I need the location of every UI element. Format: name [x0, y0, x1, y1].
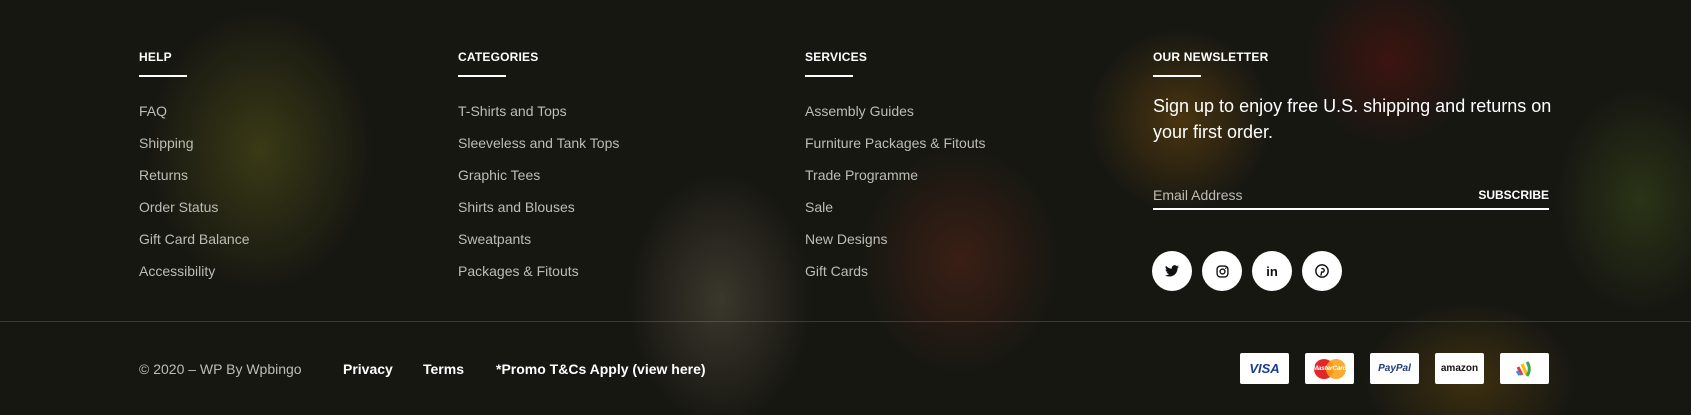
pinterest-icon[interactable] [1302, 251, 1342, 291]
email-input[interactable] [1153, 187, 1453, 203]
newsletter-text: Sign up to enjoy free U.S. shipping and … [1153, 96, 1552, 142]
newsletter-column: OUR NEWSLETTER Sign up to enjoy free U.S… [1153, 50, 1553, 145]
category-link[interactable]: Shirts and Blouses [458, 191, 619, 223]
terms-link[interactable]: Terms [423, 361, 464, 377]
service-link[interactable]: Gift Cards [805, 255, 986, 287]
instagram-icon[interactable] [1202, 251, 1242, 291]
help-heading: HELP [139, 50, 172, 64]
privacy-link[interactable]: Privacy [343, 361, 393, 377]
mastercard-icon: MasterCard [1305, 353, 1354, 384]
paypal-label: PayPal [1378, 363, 1411, 374]
help-link[interactable]: Order Status [139, 191, 250, 223]
newsletter-form: SUBSCRIBE [1153, 182, 1549, 210]
amazon-icon: amazon [1435, 353, 1484, 384]
services-column: SERVICES Assembly Guides Furniture Packa… [805, 50, 986, 287]
visa-label: VISA [1249, 361, 1280, 376]
visa-icon: VISA [1240, 353, 1289, 384]
heading-underline [1153, 75, 1201, 77]
footer-divider [0, 321, 1691, 322]
service-link[interactable]: Assembly Guides [805, 95, 986, 127]
help-link[interactable]: Accessibility [139, 255, 250, 287]
twitter-icon[interactable] [1152, 251, 1192, 291]
help-link[interactable]: FAQ [139, 95, 250, 127]
paypal-icon: PayPal [1370, 353, 1419, 384]
service-link[interactable]: Sale [805, 191, 986, 223]
linkedin-icon[interactable]: in [1252, 251, 1292, 291]
category-link[interactable]: T-Shirts and Tops [458, 95, 619, 127]
copyright: © 2020 – WP By Wpbingo [139, 361, 302, 377]
categories-column: CATEGORIES T-Shirts and Tops Sleeveless … [458, 50, 619, 287]
google-wallet-icon [1500, 353, 1549, 384]
newsletter-heading: OUR NEWSLETTER [1153, 50, 1269, 64]
heading-underline [139, 75, 187, 77]
amazon-label: amazon [1440, 363, 1479, 374]
category-link[interactable]: Sleeveless and Tank Tops [458, 127, 619, 159]
help-column: HELP FAQ Shipping Returns Order Status G… [139, 50, 250, 287]
category-link[interactable]: Sweatpants [458, 223, 619, 255]
service-link[interactable]: New Designs [805, 223, 986, 255]
social-links: in [1152, 251, 1342, 291]
categories-heading: CATEGORIES [458, 50, 539, 64]
service-link[interactable]: Furniture Packages & Fitouts [805, 127, 986, 159]
category-link[interactable]: Packages & Fitouts [458, 255, 619, 287]
subscribe-button[interactable]: SUBSCRIBE [1478, 188, 1549, 202]
help-link[interactable]: Shipping [139, 127, 250, 159]
help-link[interactable]: Gift Card Balance [139, 223, 250, 255]
service-link[interactable]: Trade Programme [805, 159, 986, 191]
payment-methods: VISA MasterCard PayPal amazon [1240, 353, 1549, 384]
promo-link[interactable]: *Promo T&Cs Apply (view here) [496, 361, 706, 377]
services-heading: SERVICES [805, 50, 868, 64]
mastercard-label: MasterCard [1312, 364, 1347, 372]
heading-underline [805, 75, 853, 77]
help-link[interactable]: Returns [139, 159, 250, 191]
heading-underline [458, 75, 506, 77]
category-link[interactable]: Graphic Tees [458, 159, 619, 191]
